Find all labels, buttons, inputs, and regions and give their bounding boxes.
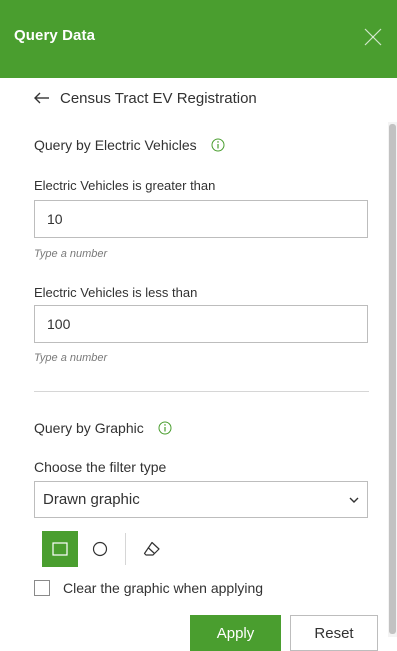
clear-graphic-option[interactable]: Clear the graphic when applying <box>34 579 263 597</box>
layer-name: Census Tract EV Registration <box>60 89 257 107</box>
circle-tool-button[interactable] <box>82 531 118 567</box>
apply-button[interactable]: Apply <box>190 615 281 651</box>
reset-button[interactable]: Reset <box>290 615 378 651</box>
greater-than-label: Electric Vehicles is greater than <box>34 178 216 193</box>
greater-than-hint: Type a number <box>34 248 108 260</box>
chevron-down-icon <box>349 497 359 503</box>
less-than-input[interactable]: 100 <box>34 305 368 343</box>
clear-graphic-label: Clear the graphic when applying <box>63 580 264 596</box>
attribute-query-title-text: Query by Electric Vehicles <box>34 137 197 153</box>
close-button[interactable] <box>363 27 383 47</box>
less-than-value: 100 <box>47 316 71 332</box>
greater-than-input[interactable]: 10 <box>34 200 368 238</box>
circle-icon <box>92 541 108 557</box>
greater-than-value: 10 <box>47 211 63 227</box>
tool-separator <box>125 533 126 565</box>
graphic-query-title-text: Query by Graphic <box>34 420 144 436</box>
info-icon[interactable] <box>158 421 172 435</box>
back-button[interactable]: Census Tract EV Registration <box>34 88 257 108</box>
less-than-hint: Type a number <box>34 352 108 364</box>
filter-type-value: Drawn graphic <box>43 491 140 508</box>
rectangle-icon <box>52 542 68 556</box>
attribute-query-title: Query by Electric Vehicles <box>34 137 225 153</box>
eraser-icon <box>143 541 160 556</box>
clear-graphic-checkbox[interactable] <box>34 580 50 596</box>
filter-type-select[interactable]: Drawn graphic <box>34 481 368 518</box>
panel-title: Query Data <box>14 27 96 44</box>
less-than-label: Electric Vehicles is less than <box>34 285 198 300</box>
panel-header: Query Data <box>0 0 397 78</box>
rectangle-tool-button[interactable] <box>42 531 78 567</box>
arrow-left-icon <box>34 92 49 104</box>
filter-type-label: Choose the filter type <box>34 459 167 475</box>
graphic-query-title: Query by Graphic <box>34 420 172 436</box>
close-icon[interactable] <box>363 27 383 47</box>
clear-graphic-button[interactable] <box>134 531 170 567</box>
section-divider <box>34 391 369 392</box>
info-icon[interactable] <box>211 138 225 152</box>
scrollbar-thumb[interactable] <box>389 124 396 634</box>
